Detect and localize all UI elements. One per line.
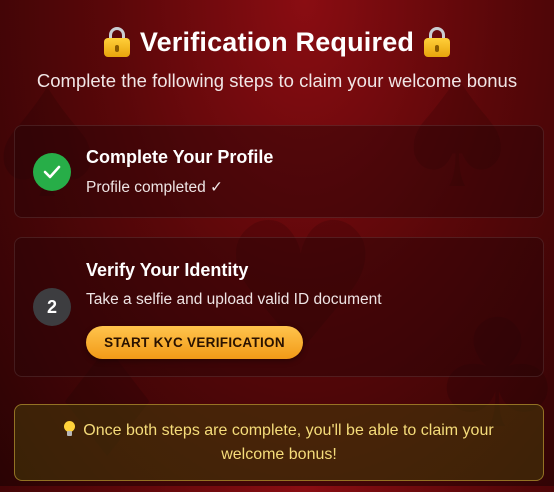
step-number-badge: 2 [33,288,71,326]
page-title-text: Verification Required [139,26,415,57]
step-card-profile: Complete Your Profile Profile completed … [14,125,544,218]
lock-icon [424,27,451,57]
notice-text: Once both steps are complete, you'll be … [83,421,494,463]
info-notice: Once both steps are complete, you'll be … [14,404,544,481]
step-title: Complete Your Profile [86,147,274,167]
lock-icon [103,27,130,57]
step-title: Verify Your Identity [86,260,249,280]
lightbulb-icon [64,420,76,436]
step-card-identity: 2 Verify Your Identity Take a selfie and… [14,237,544,377]
step-complete-badge [33,153,71,191]
page-subtitle: Complete the following steps to claim yo… [36,70,518,91]
checkmark-icon [43,165,61,179]
step-description: Take a selfie and upload valid ID docume… [86,291,382,308]
start-kyc-verification-button[interactable]: START KYC VERIFICATION [86,326,303,359]
page-title: Verification Required [0,22,554,62]
step-description: Profile completed ✓ [86,179,224,196]
